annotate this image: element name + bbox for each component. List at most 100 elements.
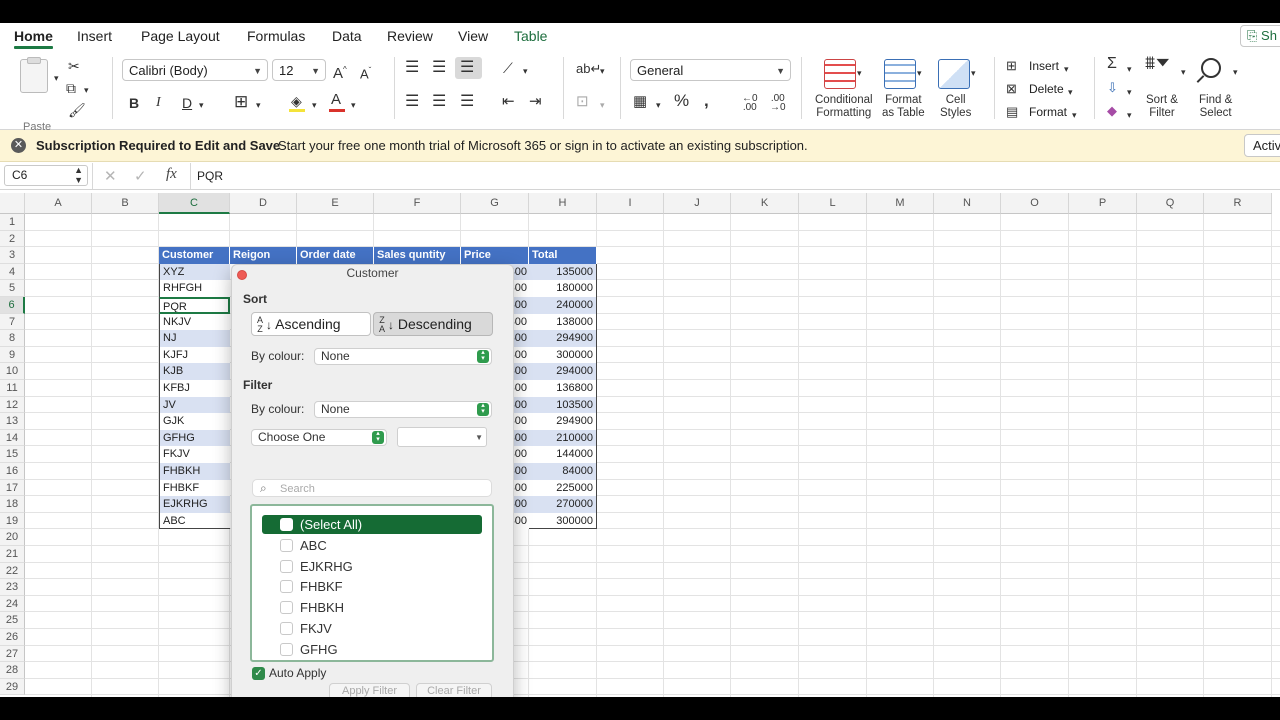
row-header[interactable]: 24 (0, 595, 25, 613)
format-cells-icon[interactable]: ▤ (1006, 103, 1018, 121)
cell-styles-dropdown-icon[interactable]: ▾ (971, 64, 976, 82)
customer-cell[interactable]: ABC (159, 512, 230, 530)
insert-dropdown-icon[interactable]: ▾ (1064, 60, 1069, 78)
row-header[interactable]: 21 (0, 546, 25, 563)
italic-icon[interactable]: I (156, 94, 161, 112)
column-header[interactable]: M (867, 193, 934, 214)
row-header[interactable]: 26 (0, 629, 25, 646)
find-select-icon[interactable] (1201, 58, 1221, 78)
align-bottom-icon[interactable]: ☰ (460, 59, 474, 77)
row-header[interactable]: 3 (0, 247, 25, 264)
tab-table[interactable]: Table (514, 28, 547, 44)
insert-cells-button[interactable]: Insert (1029, 59, 1059, 73)
align-middle-icon[interactable]: ☰ (432, 59, 446, 77)
wrap-dropdown-icon[interactable]: ▾ (600, 62, 605, 80)
conditional-formatting-icon[interactable] (824, 59, 856, 89)
table-header-cell[interactable]: Customer (159, 247, 230, 264)
total-cell[interactable]: 294000 (529, 363, 597, 380)
column-header[interactable]: H (529, 193, 597, 214)
row-header[interactable]: 25 (0, 612, 25, 629)
search-input[interactable]: ⌕ Search (252, 479, 492, 497)
tab-review[interactable]: Review (387, 28, 433, 44)
row-header[interactable]: 20 (0, 529, 25, 546)
accounting-format-icon[interactable]: ▦ (633, 93, 647, 111)
format-cells-button[interactable]: Format (1029, 105, 1067, 119)
row-header[interactable]: 8 (0, 330, 25, 347)
sort-descending-button[interactable]: Z A ↓ Descending (373, 312, 493, 336)
align-center-icon[interactable]: ☰ (432, 93, 446, 111)
customer-cell[interactable]: GFHG (159, 429, 230, 447)
tab-home[interactable]: Home (14, 28, 53, 49)
customer-cell[interactable]: RHFGH (159, 280, 230, 297)
activate-button[interactable]: Activ (1244, 134, 1280, 157)
name-box[interactable]: C6 ▲ ▼ (4, 165, 88, 186)
format-dropdown-icon[interactable]: ▾ (1072, 106, 1077, 124)
column-header[interactable]: F (374, 193, 461, 214)
underline-dropdown-icon[interactable]: ▾ (199, 96, 204, 114)
column-header[interactable]: E (297, 193, 374, 214)
conditional-formatting-label[interactable]: Conditional Formatting (815, 94, 873, 120)
row-header[interactable]: 4 (0, 263, 25, 281)
total-cell[interactable]: 225000 (529, 479, 597, 497)
merge-dropdown-icon[interactable]: ▾ (600, 96, 605, 114)
total-cell[interactable]: 300000 (529, 512, 597, 530)
conditional-dropdown-icon[interactable]: ▾ (857, 64, 862, 82)
customer-cell[interactable]: KFBJ (159, 380, 230, 397)
clear-icon[interactable]: ◆ (1107, 102, 1117, 120)
total-cell[interactable]: 180000 (529, 280, 597, 297)
customer-cell[interactable]: JV (159, 396, 230, 414)
cut-icon[interactable]: ✂ (68, 57, 80, 75)
column-header[interactable]: J (664, 193, 731, 214)
insert-cells-icon[interactable]: ⊞ (1006, 57, 1017, 75)
insert-function-icon[interactable]: fx (166, 166, 177, 183)
column-header[interactable]: B (92, 193, 159, 214)
column-header[interactable]: G (461, 193, 529, 214)
merge-center-icon[interactable]: ⊡ (576, 93, 589, 111)
customer-cell[interactable]: KJB (159, 363, 230, 380)
row-header[interactable]: 15 (0, 446, 25, 463)
column-header[interactable]: K (731, 193, 799, 214)
align-right-icon[interactable]: ☰ (460, 93, 474, 111)
row-header[interactable]: 5 (0, 280, 25, 297)
row-header[interactable]: 18 (0, 496, 25, 513)
customer-cell[interactable]: EJKRHG (159, 496, 230, 513)
row-header[interactable]: 9 (0, 346, 25, 364)
total-cell[interactable]: 138000 (529, 313, 597, 331)
cell-styles-icon[interactable] (938, 59, 970, 89)
row-header[interactable]: 13 (0, 413, 25, 430)
table-header-cell[interactable]: Reigon (230, 247, 297, 264)
select-all-corner[interactable] (0, 193, 25, 214)
sort-filter-icon[interactable]: ⩩⏷ (1145, 54, 1170, 73)
column-header[interactable]: R (1204, 193, 1272, 214)
column-header[interactable]: Q (1137, 193, 1204, 214)
formula-input[interactable]: PQR (197, 169, 223, 183)
find-select-label[interactable]: Find & Select (1199, 94, 1232, 120)
copy-dropdown-icon[interactable]: ▾ (84, 81, 89, 99)
borders-icon[interactable]: ⊞ (234, 93, 248, 111)
format-as-table-label[interactable]: Format as Table (882, 94, 925, 120)
apply-filter-button[interactable]: Apply Filter (329, 683, 410, 697)
autosum-icon[interactable]: Σ (1107, 55, 1117, 73)
column-header[interactable]: D (230, 193, 297, 214)
customer-cell[interactable]: GJK (159, 413, 230, 430)
sort-ascending-button[interactable]: A Z ↓ Ascending (251, 312, 371, 336)
total-cell[interactable]: 144000 (529, 446, 597, 463)
format-as-table-icon[interactable] (884, 59, 916, 89)
paste-dropdown-icon[interactable]: ▾ (54, 69, 59, 87)
total-cell[interactable]: 240000 (529, 297, 597, 314)
row-header[interactable]: 27 (0, 645, 25, 663)
sort-filter-label[interactable]: Sort & Filter (1146, 94, 1178, 120)
find-dropdown-icon[interactable]: ▾ (1233, 63, 1238, 81)
total-cell[interactable]: 135000 (529, 263, 597, 281)
decrease-indent-icon[interactable]: ⇤ (502, 93, 515, 111)
total-cell[interactable]: 84000 (529, 463, 597, 480)
checkbox[interactable] (280, 518, 293, 531)
column-header[interactable]: P (1069, 193, 1137, 214)
autosum-dropdown-icon[interactable]: ▾ (1127, 60, 1132, 78)
fill-dropdown-icon[interactable]: ▾ (312, 96, 317, 114)
clear-dropdown-icon[interactable]: ▾ (1127, 106, 1132, 124)
enter-icon[interactable]: ✓ (134, 167, 147, 185)
bold-icon[interactable]: B (129, 94, 139, 112)
list-item[interactable]: FHBKF (262, 577, 482, 596)
column-header[interactable]: A (25, 193, 92, 214)
